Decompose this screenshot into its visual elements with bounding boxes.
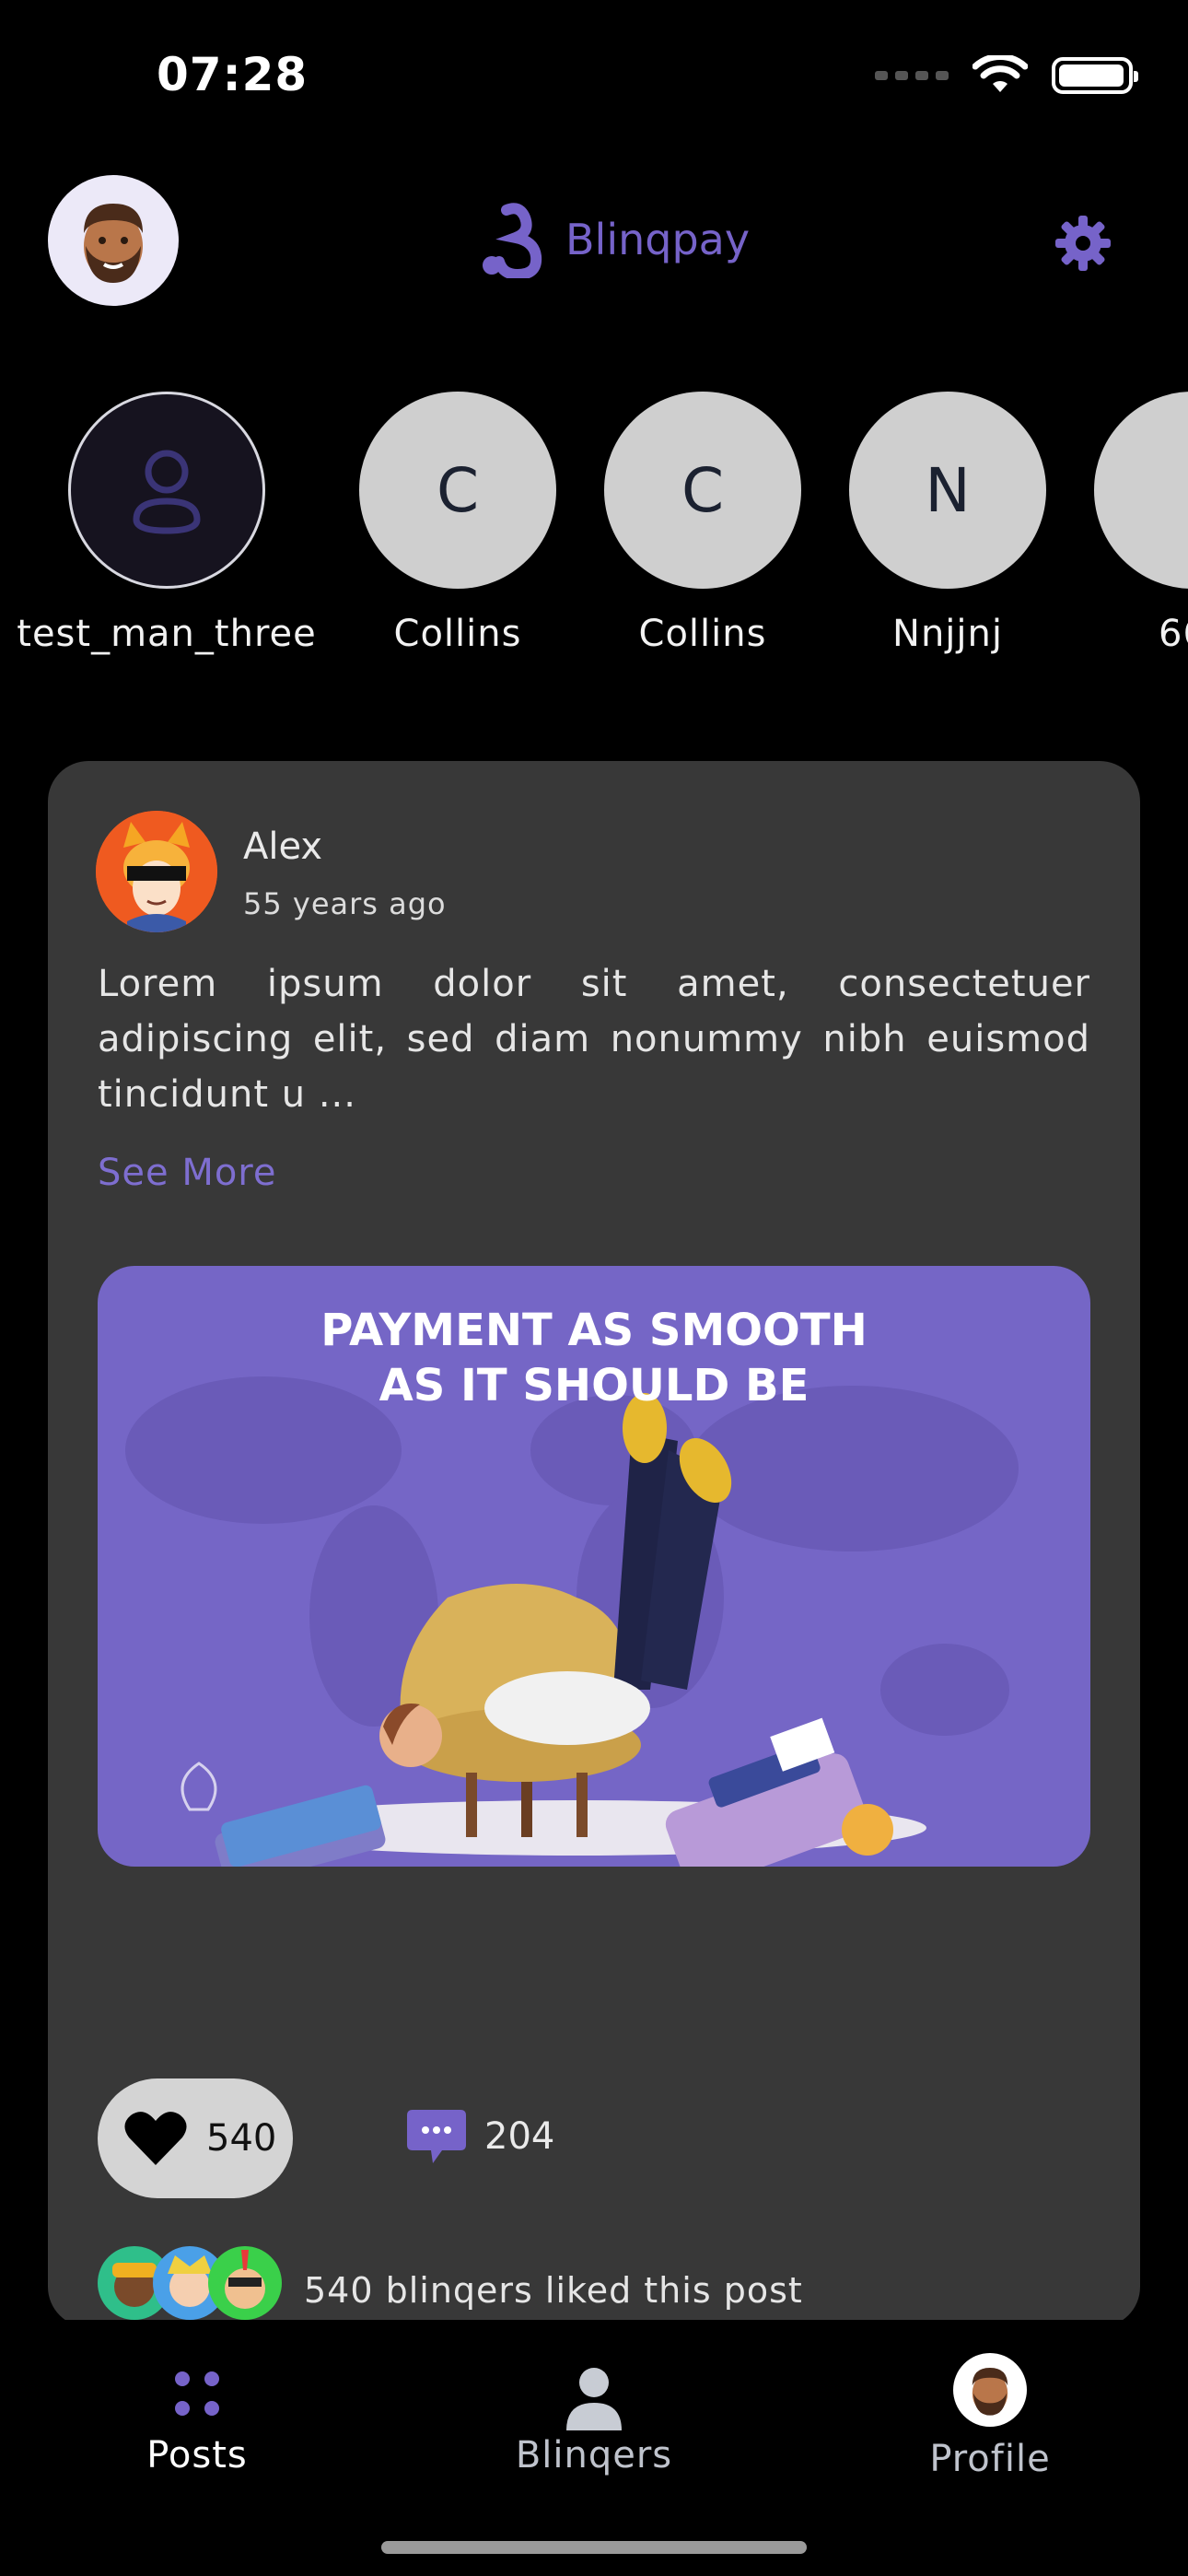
post-author-avatar[interactable] [96, 811, 217, 932]
user-outline-icon [133, 450, 201, 534]
nav-label: Posts [146, 2434, 248, 2476]
image-headline-line-2: AS IT SHOULD BE [379, 1360, 809, 1411]
wifi-icon [973, 55, 1028, 92]
post-timestamp: 55 years ago [243, 886, 447, 921]
see-more-link[interactable]: See More [98, 1152, 276, 1194]
grid-dots-icon [175, 2371, 219, 2416]
post-image[interactable]: PAYMENT AS SMOOTH AS IT SHOULD BE [98, 1266, 1090, 1867]
story-label: test_man_three [17, 613, 317, 655]
person-icon [566, 2368, 622, 2430]
blinqpay-logo-icon [483, 203, 542, 278]
brand-name: Blinqpay [565, 215, 751, 264]
story-item[interactable]: test_man_three [17, 392, 316, 655]
fox-with-sunglasses-avatar-icon [96, 811, 217, 932]
likers-avatars[interactable] [98, 2246, 282, 2320]
bearded-man-avatar-icon [84, 204, 143, 283]
comment-count: 204 [484, 2115, 555, 2158]
story-item[interactable]: C Collins [359, 392, 556, 655]
image-headline: PAYMENT AS SMOOTH AS IT SHOULD BE [98, 1303, 1090, 1413]
signal-icon [875, 71, 949, 80]
battery-icon [1052, 57, 1138, 94]
story-avatar: C [604, 392, 801, 589]
nav-label: Profile [929, 2438, 1051, 2480]
story-item-partial[interactable]: 6 66 [1094, 392, 1188, 668]
heart-icon [124, 2112, 187, 2165]
post-card: Alex 55 years ago Lorem ipsum dolor sit … [48, 761, 1140, 2327]
gear-icon [1055, 216, 1111, 271]
like-button[interactable]: 540 [98, 2078, 293, 2198]
story-avatar: 6 [1094, 392, 1188, 589]
nav-blinqers[interactable]: Blinqers [474, 2348, 714, 2476]
profile-avatar[interactable] [48, 175, 179, 306]
post-author[interactable]: Alex [243, 825, 322, 868]
image-headline-line-1: PAYMENT AS SMOOTH [320, 1305, 868, 1356]
like-count: 540 [206, 2117, 277, 2160]
post-body: Lorem ipsum dolor sit amet, consectetuer… [98, 963, 1090, 1116]
avatar-icon [972, 2368, 1008, 2416]
story-avatar: N [849, 392, 1046, 589]
liked-summary[interactable]: 540 blinqers liked this post [304, 2270, 803, 2311]
brand-logo: Blinqpay [479, 201, 750, 278]
nav-profile[interactable]: Profile [870, 2348, 1110, 2480]
story-item[interactable]: N Nnjjnj [849, 392, 1046, 655]
chat-bubble-icon [407, 2110, 466, 2163]
story-item[interactable]: C Collins [604, 392, 801, 655]
story-label: 66 [1159, 613, 1188, 655]
story-label: Collins [638, 613, 767, 655]
comment-button[interactable]: 204 [405, 2106, 554, 2167]
bottom-nav: Posts Blinqers Profile [0, 2320, 1188, 2576]
story-label: Collins [393, 613, 522, 655]
status-icons [875, 55, 1138, 96]
status-time: 07:28 [157, 48, 309, 101]
liker-avatar-icon [208, 2246, 282, 2320]
story-label: Nnjjnj [892, 613, 1003, 655]
settings-button[interactable] [1054, 214, 1112, 276]
nav-avatar [953, 2353, 1027, 2427]
home-indicator[interactable] [381, 2541, 807, 2554]
story-avatar [68, 392, 265, 589]
nav-label: Blinqers [515, 2434, 673, 2476]
nav-posts[interactable]: Posts [77, 2348, 317, 2476]
story-avatar: C [359, 392, 556, 589]
